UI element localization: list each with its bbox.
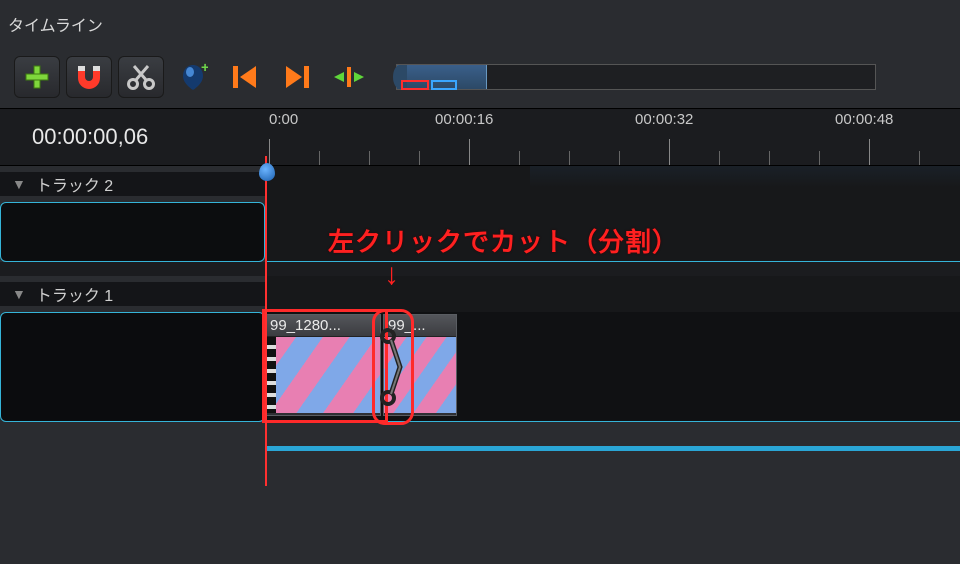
chevron-down-icon: ▼ <box>12 176 26 192</box>
ruler-row: 00:00:00,06 0:00 00:00:16 00:00:32 00:00… <box>0 108 960 166</box>
magnet-button[interactable] <box>66 56 112 98</box>
next-key-icon <box>282 63 312 91</box>
navigator-selection-marker <box>401 80 429 90</box>
clip-label: 99_1280... <box>266 315 380 337</box>
ruler-label: 00:00:32 <box>635 111 693 128</box>
track-1-controls[interactable] <box>0 312 265 422</box>
cut-cursor-highlight <box>375 312 411 422</box>
panel-title: タイムライン <box>0 0 960 56</box>
track-label: トラック 2 <box>36 172 113 196</box>
next-key-button[interactable] <box>274 56 320 98</box>
track-1-body: 99_1280... 99_... <box>0 312 960 422</box>
prev-key-button[interactable] <box>222 56 268 98</box>
track-header-row: ▼ トラック 2 <box>0 166 960 202</box>
cut-button[interactable] <box>118 56 164 98</box>
track-1-header[interactable]: ▼ トラック 1 <box>0 282 265 306</box>
add-button[interactable] <box>14 56 60 98</box>
tracks-area: ▼ トラック 2 ▼ トラック 1 99_1280... 99_... <box>0 166 960 492</box>
magnet-icon <box>74 64 104 90</box>
scissors-icon <box>126 63 156 91</box>
playhead-line[interactable] <box>265 156 267 486</box>
track-header-row: ▼ トラック 1 <box>0 276 960 312</box>
timeline-navigator[interactable] <box>396 64 876 90</box>
prev-key-icon <box>230 63 260 91</box>
plus-icon <box>23 63 51 91</box>
video-clip[interactable]: 99_1280... <box>265 314 381 416</box>
track-1-lane-top[interactable] <box>265 276 960 312</box>
ripple-icon <box>332 65 366 89</box>
marker-button[interactable]: + <box>170 56 216 98</box>
annotation-arrow: ↓ <box>384 258 399 292</box>
annotation-text: 左クリックでカット（分割） <box>328 222 679 259</box>
ruler-label: 0:00 <box>269 111 298 128</box>
filmstrip-icon <box>266 337 276 413</box>
navigator-clip-marker <box>431 80 457 90</box>
ripple-button[interactable] <box>326 56 372 98</box>
clip-thumbnail <box>266 337 380 413</box>
track-2-header[interactable]: ▼ トラック 2 <box>0 172 265 196</box>
scissors-cursor-icon <box>380 322 406 412</box>
playhead-handle[interactable] <box>259 163 275 181</box>
ruler-label: 00:00:48 <box>835 111 893 128</box>
timeline-toolbar: + <box>0 56 960 108</box>
track-2-lane-top[interactable] <box>265 166 960 202</box>
timeline-baseline <box>265 446 960 451</box>
marker-icon: + <box>178 62 208 92</box>
svg-text:+: + <box>201 62 208 75</box>
time-ruler[interactable]: 0:00 00:00:16 00:00:32 00:00:48 <box>265 109 960 165</box>
track-label: トラック 1 <box>36 282 113 306</box>
current-timecode: 00:00:00,06 <box>0 109 265 165</box>
chevron-down-icon: ▼ <box>12 286 26 302</box>
ruler-label: 00:00:16 <box>435 111 493 128</box>
track-2-controls[interactable] <box>0 202 265 262</box>
track-1-lane[interactable]: 99_1280... 99_... <box>265 312 960 422</box>
